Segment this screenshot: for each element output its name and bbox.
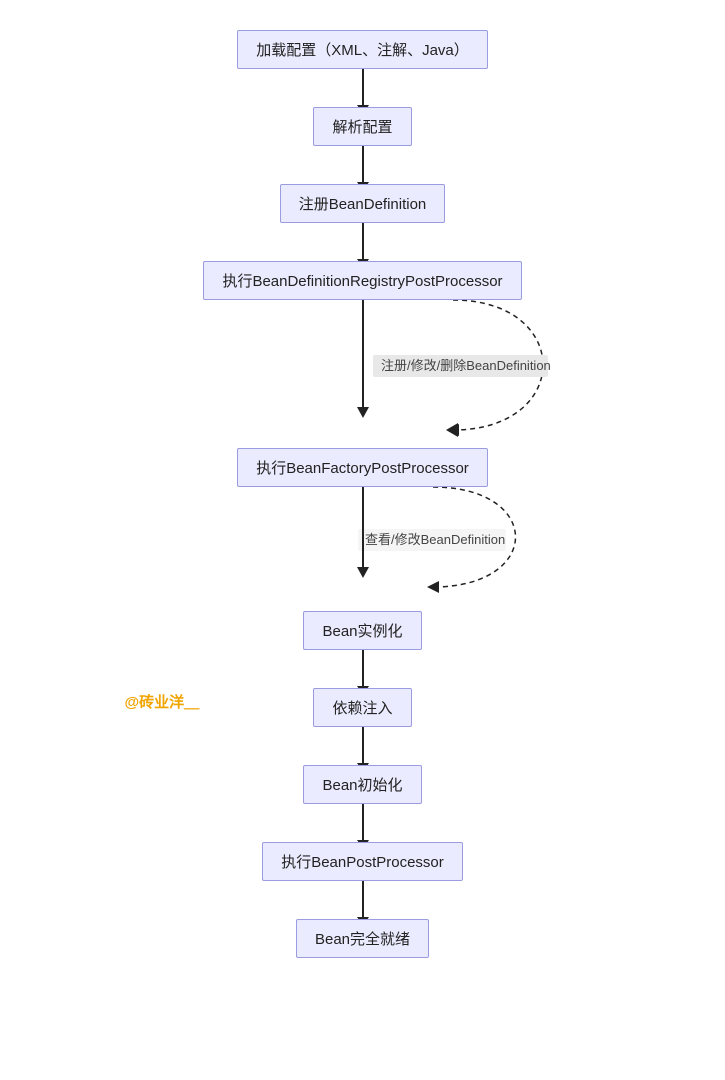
- arrow-1: [362, 69, 364, 107]
- node-parse-config: 解析配置: [313, 107, 411, 146]
- arrow-7: [362, 727, 364, 765]
- node-exec-bean-pp: 执行BeanPostProcessor: [262, 842, 463, 881]
- svg-text:注册/修改/删除BeanDefinition: 注册/修改/删除BeanDefinition: [381, 358, 551, 373]
- svg-loop-arrows: 注册/修改/删除BeanDefinition: [63, 300, 663, 470]
- arrow-3: [362, 223, 364, 261]
- svg-text:查看/修改BeanDefinition: 查看/修改BeanDefinition: [365, 532, 505, 547]
- middle-section: @砖业洋＿ 执行BeanDefinitionRegistryPostProces…: [63, 261, 663, 650]
- node-bean-init: Bean初始化: [303, 765, 421, 804]
- arrow-8: [362, 804, 364, 842]
- node-dependency-inject: 依赖注入: [313, 688, 411, 727]
- arrow-2: [362, 146, 364, 184]
- node-bean-instantiate: Bean实例化: [303, 611, 421, 650]
- node-exec-registry-pp: 执行BeanDefinitionRegistryPostProcessor: [203, 261, 521, 300]
- svg-loop-arrows-2: 查看/修改BeanDefinition: [63, 487, 663, 617]
- node-bean-ready: Bean完全就绪: [296, 919, 429, 958]
- node-register-bean-def: 注册BeanDefinition: [280, 184, 446, 223]
- watermark: @砖业洋＿: [125, 691, 200, 712]
- node-load-config: 加载配置（XML、注解、Java）: [237, 30, 488, 69]
- diagram-container: 加载配置（XML、注解、Java） 解析配置 注册BeanDefinition …: [0, 20, 725, 968]
- arrow-6: [362, 650, 364, 688]
- arrow-9: [362, 881, 364, 919]
- node-exec-factory-pp: 执行BeanFactoryPostProcessor: [237, 448, 488, 487]
